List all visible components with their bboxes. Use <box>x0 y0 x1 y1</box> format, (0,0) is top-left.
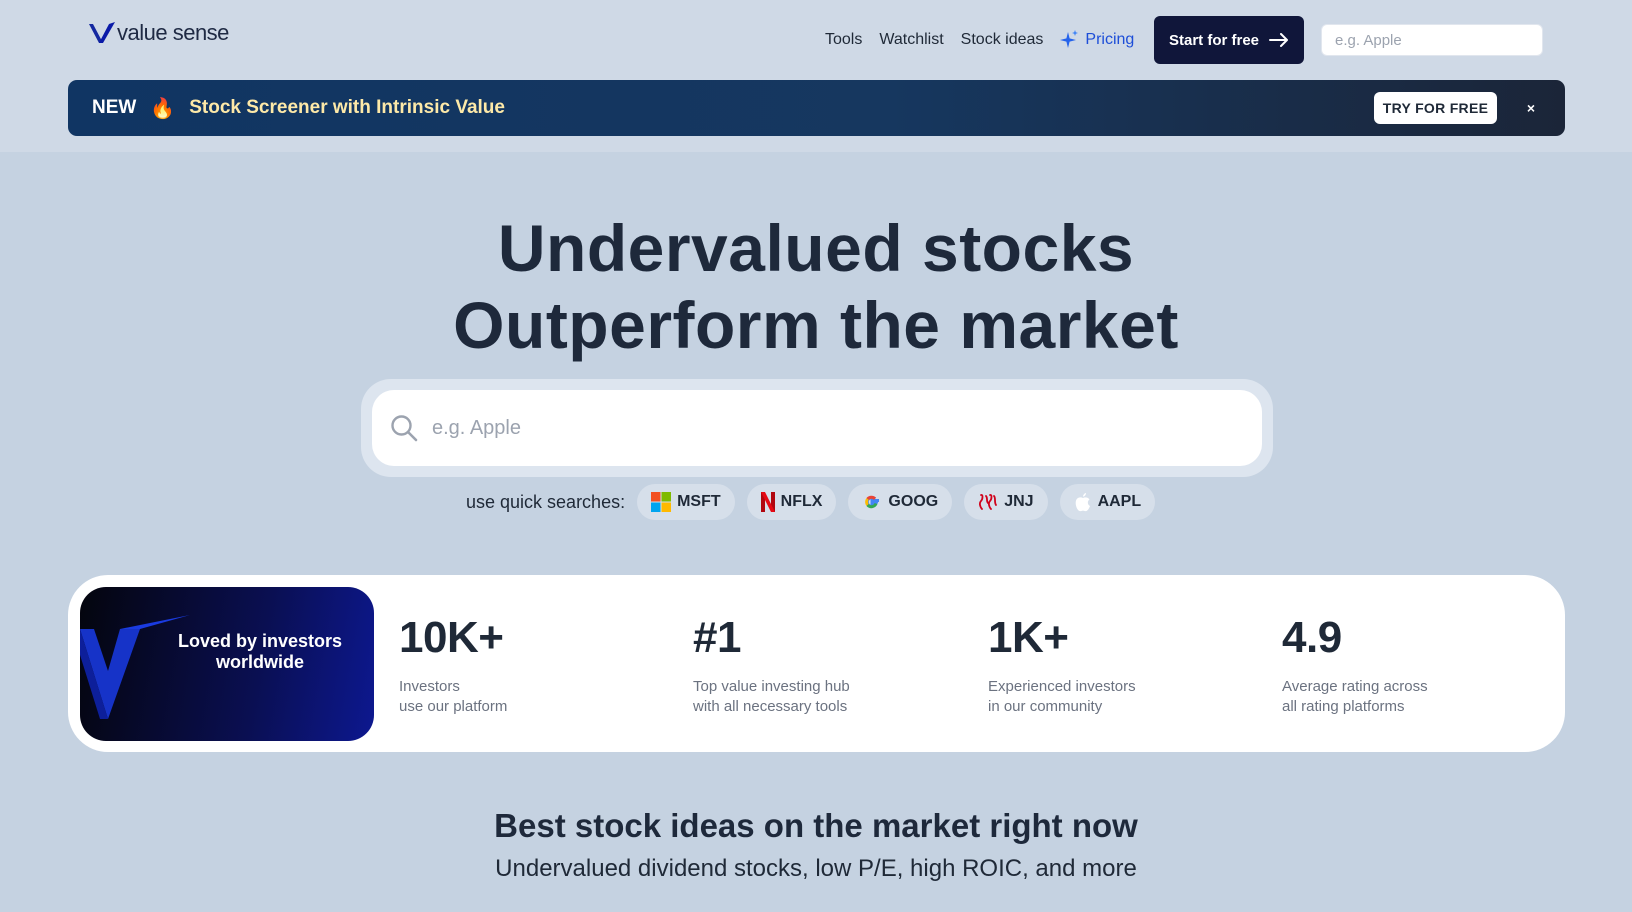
fire-icon: 🔥 <box>150 97 176 120</box>
main-nav: Tools Watchlist Stock ideas Pricing <box>825 30 1134 50</box>
close-icon[interactable]: × <box>1519 96 1543 120</box>
stat-description: Investors use our platform <box>399 677 507 717</box>
stat-description: Top value investing hub with all necessa… <box>693 677 850 717</box>
hero-search-input[interactable] <box>432 416 1262 440</box>
quick-search-msft[interactable]: MSFT <box>637 484 735 520</box>
hero-search-box <box>372 390 1262 466</box>
try-for-free-button[interactable]: TRY FOR FREE <box>1374 92 1497 124</box>
stat-value: 10K+ <box>399 613 504 662</box>
top-header: value sense Tools Watchlist Stock ideas … <box>0 0 1632 152</box>
loved-by-investors-card: Loved by investors worldwide <box>80 587 374 741</box>
quick-searches: use quick searches: MSFT NFLX GOOG JNJ A… <box>466 484 1167 520</box>
quick-search-goog[interactable]: GOOG <box>848 484 953 520</box>
quick-search-nflx[interactable]: NFLX <box>746 484 837 520</box>
stat-description-line: Investors <box>399 678 460 695</box>
nav-pricing-label: Pricing <box>1085 31 1135 48</box>
hero-title-line2: Outperform the market <box>453 288 1179 362</box>
quick-searches-label: use quick searches: <box>466 491 626 512</box>
netflix-icon <box>760 492 775 512</box>
stat-value: 1K+ <box>988 613 1069 662</box>
stat-description-line: Experienced investors <box>988 678 1136 695</box>
start-for-free-button[interactable]: Start for free <box>1154 16 1304 64</box>
logo[interactable]: value sense <box>89 20 229 46</box>
apple-icon <box>1075 493 1090 512</box>
quick-search-jnj[interactable]: JNJ <box>964 484 1048 520</box>
loved-by-investors-text: Loved by investors worldwide <box>177 631 343 672</box>
quick-search-label: MSFT <box>677 493 721 510</box>
sparkle-icon <box>1060 30 1079 48</box>
logo-v-icon <box>89 22 115 43</box>
stat-value: 4.9 <box>1282 613 1342 662</box>
quick-search-label: GOOG <box>888 493 939 510</box>
stat-rating: 4.9 Average rating across all rating pla… <box>1282 613 1428 717</box>
microsoft-icon <box>651 492 672 512</box>
quick-search-label: NFLX <box>780 493 823 510</box>
section-subtitle: Undervalued dividend stocks, low P/E, hi… <box>495 855 1137 882</box>
google-icon <box>865 495 880 509</box>
hero-search-container <box>361 379 1273 477</box>
header-search-input[interactable] <box>1335 31 1534 49</box>
start-for-free-label: Start for free <box>1168 31 1260 49</box>
stats-panel: Loved by investors worldwide 10K+ Invest… <box>68 575 1565 752</box>
hero-title-line1: Undervalued stocks <box>497 211 1135 285</box>
stat-description-line: in our community <box>988 698 1103 715</box>
promo-banner: NEW 🔥 Stock Screener with Intrinsic Valu… <box>68 80 1565 136</box>
quick-search-label: JNJ <box>1004 493 1034 510</box>
stat-investors: 10K+ Investors use our platform <box>399 613 507 717</box>
section-title: Best stock ideas on the market right now <box>494 807 1138 844</box>
quick-search-label: AAPL <box>1097 493 1142 510</box>
stat-description-line: Top value investing hub <box>693 678 850 695</box>
hero-title: Undervalued stocks Outperform the market <box>0 210 1632 364</box>
logo-text: value sense <box>117 20 229 45</box>
nav-pricing[interactable]: Pricing <box>1060 30 1134 50</box>
stat-description: Experienced investors in our community <box>988 677 1136 717</box>
jnj-icon <box>979 493 998 510</box>
arrow-right-icon <box>1269 33 1289 47</box>
stat-value: #1 <box>693 613 741 662</box>
banner-text[interactable]: Stock Screener with Intrinsic Value <box>189 97 505 119</box>
nav-stock-ideas[interactable]: Stock ideas <box>961 31 1044 49</box>
nav-tools[interactable]: Tools <box>825 31 862 49</box>
header-search <box>1321 24 1543 56</box>
stat-community: 1K+ Experienced investors in our communi… <box>988 613 1136 717</box>
nav-watchlist[interactable]: Watchlist <box>879 31 943 49</box>
stat-description-line: use our platform <box>399 698 508 715</box>
stat-description-line: Average rating across <box>1282 678 1428 695</box>
stat-description-line: with all necessary tools <box>693 698 848 715</box>
stat-description-line: all rating platforms <box>1282 698 1405 715</box>
stat-description: Average rating across all rating platfor… <box>1282 677 1428 717</box>
quick-search-aapl[interactable]: AAPL <box>1059 484 1156 520</box>
banner-new-label: NEW <box>92 97 137 118</box>
search-icon <box>391 415 418 442</box>
stat-top-hub: #1 Top value investing hub with all nece… <box>693 613 850 717</box>
